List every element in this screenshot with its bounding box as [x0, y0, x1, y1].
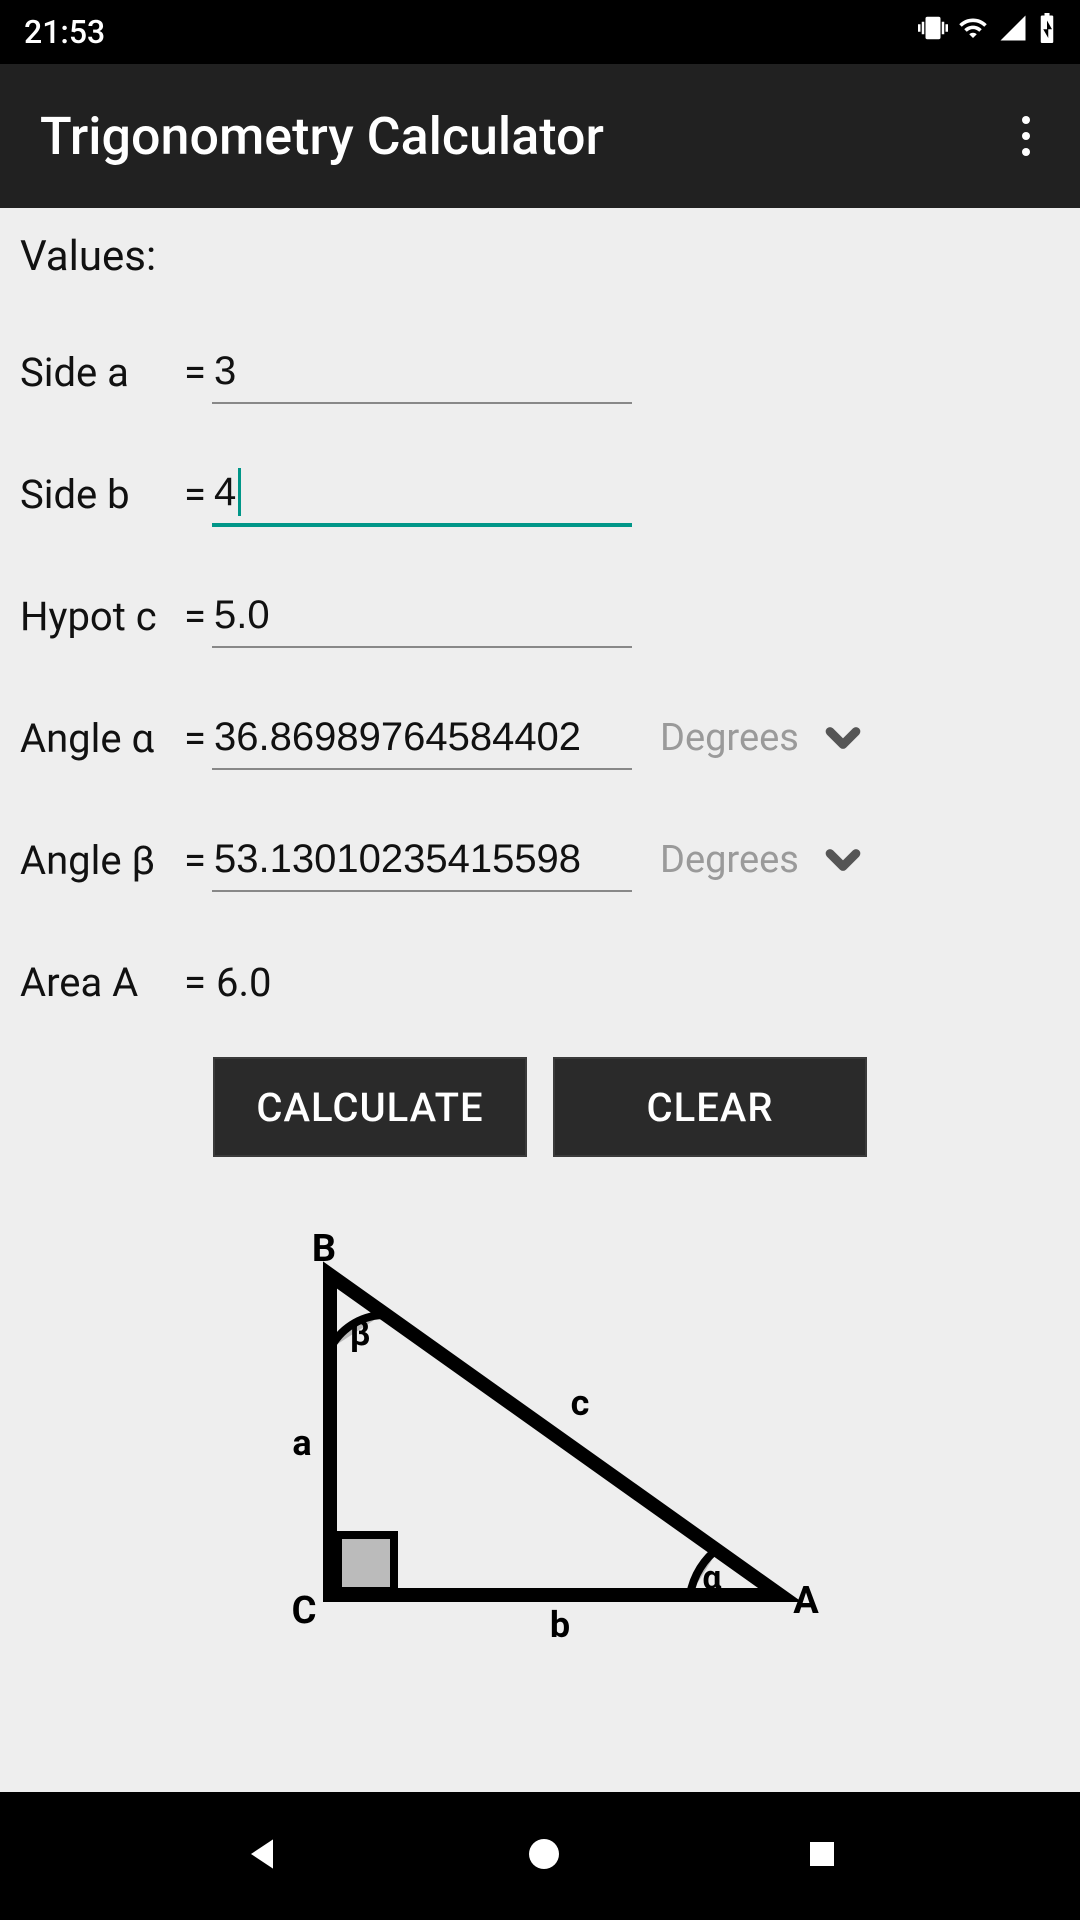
- diagram-label-B: B: [312, 1227, 336, 1271]
- app-bar: Trigonometry Calculator: [0, 64, 1080, 208]
- signal-icon: [998, 13, 1028, 51]
- unit-dropdown-alpha[interactable]: [817, 712, 869, 764]
- label-angle-alpha: Angle α: [20, 715, 178, 762]
- unit-angle-beta: Degrees: [660, 838, 799, 882]
- row-hypot-c: Hypot c =: [20, 569, 1060, 663]
- calculate-button[interactable]: CALCULATE: [213, 1057, 527, 1157]
- equals-area: =: [178, 959, 212, 1006]
- label-side-a: Side a: [20, 349, 178, 396]
- equals-angle-beta: =: [178, 837, 212, 884]
- values-label: Values:: [20, 232, 1060, 281]
- diagram-label-A: A: [793, 1579, 819, 1623]
- label-angle-beta: Angle β: [20, 837, 178, 884]
- status-icons: [918, 13, 1056, 51]
- value-area: 6.0: [212, 959, 272, 1006]
- row-side-a: Side a =: [20, 325, 1060, 419]
- row-angle-beta: Angle β = Degrees: [20, 813, 1060, 907]
- label-side-b: Side b: [20, 471, 178, 518]
- diagram-label-a: a: [292, 1422, 311, 1464]
- input-hypot-c[interactable]: [212, 585, 632, 648]
- nav-home-button[interactable]: [524, 1834, 564, 1878]
- content-area: Values: Side a = Side b = Hypot c = Angl…: [0, 208, 1080, 1792]
- diagram-label-C: C: [292, 1589, 317, 1633]
- nav-recent-button[interactable]: [804, 1836, 840, 1876]
- unit-angle-alpha: Degrees: [660, 716, 799, 760]
- input-angle-alpha[interactable]: [212, 707, 632, 770]
- triangle-diagram: B C A a b c β α: [20, 1225, 1060, 1655]
- row-side-b: Side b =: [20, 447, 1060, 541]
- unit-dropdown-beta[interactable]: [817, 834, 869, 886]
- diagram-label-beta: β: [350, 1314, 370, 1354]
- label-area: Area A: [20, 959, 178, 1006]
- diagram-label-c: c: [571, 1382, 590, 1424]
- equals-side-b: =: [178, 471, 212, 518]
- app-title: Trigonometry Calculator: [40, 106, 604, 167]
- vibrate-icon: [918, 13, 948, 51]
- diagram-label-b: b: [550, 1604, 570, 1646]
- equals-hypot-c: =: [178, 593, 212, 640]
- status-bar: 21:53: [0, 0, 1080, 64]
- nav-back-button[interactable]: [240, 1832, 284, 1880]
- input-side-a[interactable]: [212, 341, 632, 404]
- wifi-icon: [958, 13, 988, 51]
- overflow-menu-button[interactable]: [1012, 106, 1040, 166]
- row-angle-alpha: Angle α = Degrees: [20, 691, 1060, 785]
- button-row: CALCULATE CLEAR: [20, 1057, 1060, 1157]
- input-angle-beta[interactable]: [212, 829, 632, 892]
- clear-button[interactable]: CLEAR: [553, 1057, 867, 1157]
- label-hypot-c: Hypot c: [20, 593, 178, 640]
- row-area: Area A = 6.0: [20, 935, 1060, 1029]
- nav-bar: [0, 1792, 1080, 1920]
- equals-side-a: =: [178, 349, 212, 396]
- input-side-b[interactable]: [212, 462, 632, 527]
- status-time: 21:53: [24, 13, 105, 51]
- diagram-label-alpha: α: [702, 1558, 722, 1598]
- battery-charging-icon: [1038, 13, 1056, 51]
- equals-angle-alpha: =: [178, 715, 212, 762]
